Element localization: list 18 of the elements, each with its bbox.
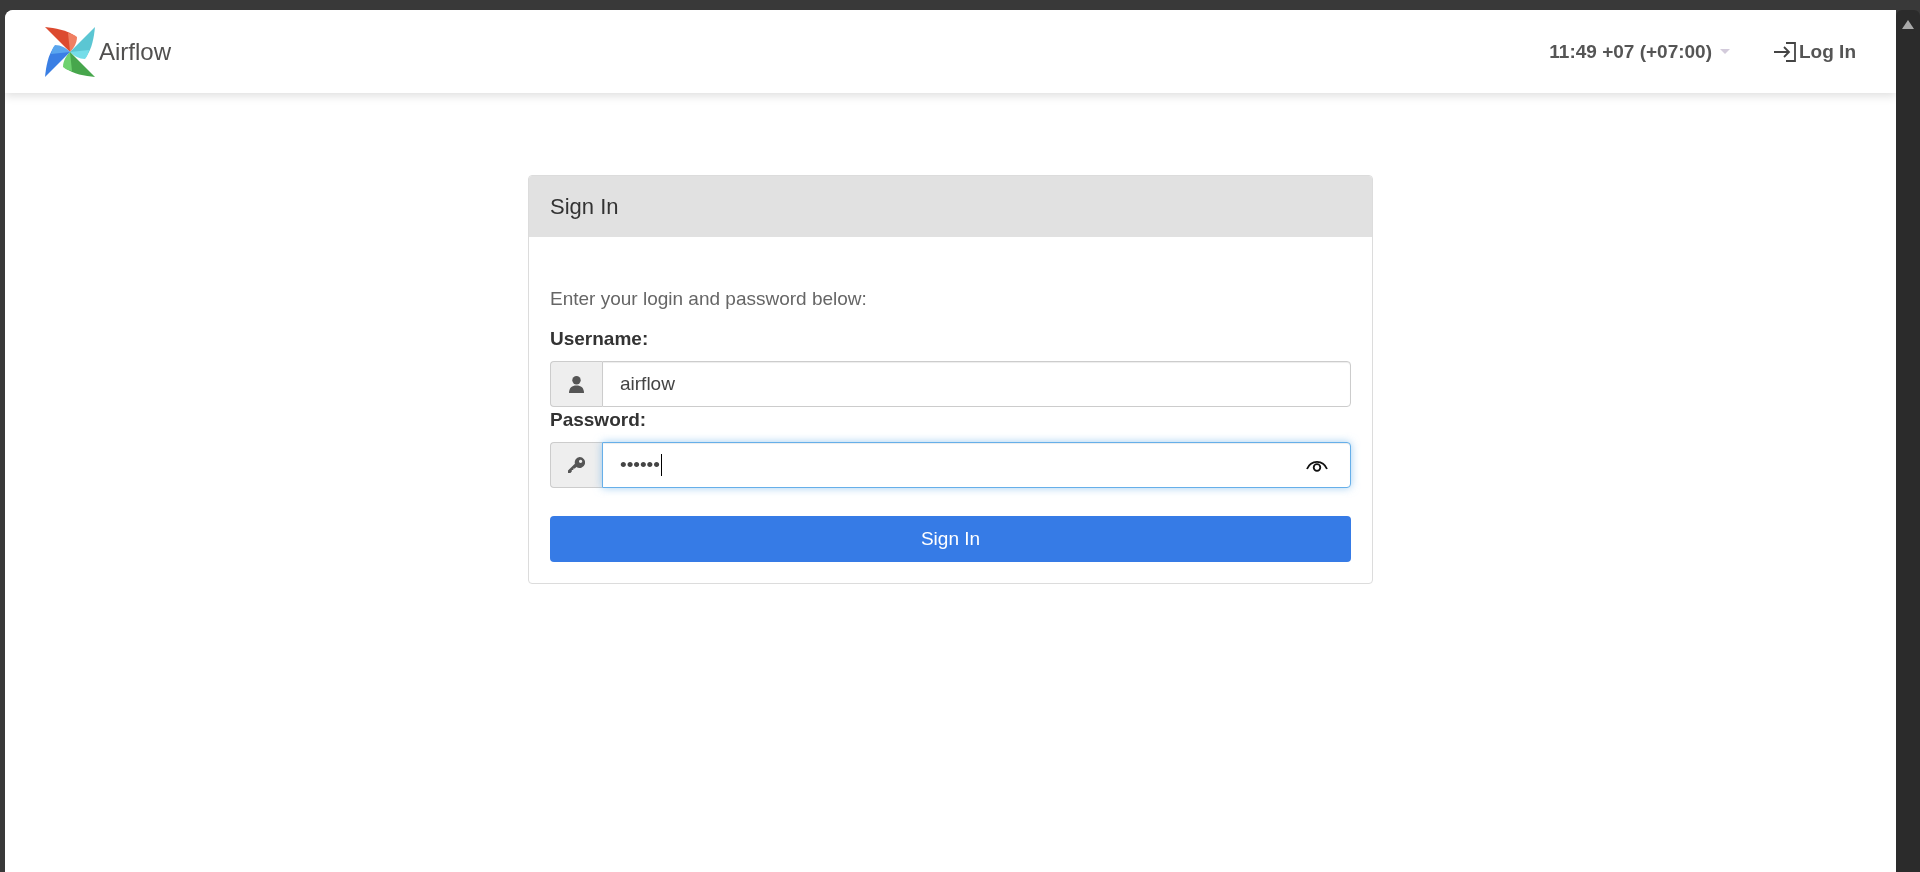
scroll-up-arrow-icon[interactable] — [1902, 20, 1914, 29]
instruction-text: Enter your login and password below: — [550, 287, 868, 311]
sign-in-button[interactable]: Sign In — [550, 516, 1351, 562]
password-field[interactable]: •••••• — [602, 442, 1351, 488]
username-field[interactable]: airflow — [602, 361, 1351, 407]
user-icon — [569, 375, 584, 393]
card-title: Sign In — [550, 192, 619, 221]
field-label: Password: — [550, 408, 648, 432]
caret-icon — [1720, 49, 1730, 54]
login-link[interactable]: Log In — [1773, 39, 1856, 64]
key-icon — [568, 456, 585, 474]
field-label: Username: — [550, 327, 650, 351]
pinwheel-icon — [45, 26, 95, 77]
login-icon — [1773, 41, 1797, 62]
eye-icon[interactable] — [1306, 458, 1328, 472]
brand-link[interactable]: Airflow — [45, 26, 171, 77]
timezone-dropdown[interactable]: 11:49 +07 (+07:00) — [1549, 39, 1730, 64]
text-cursor — [660, 454, 662, 476]
